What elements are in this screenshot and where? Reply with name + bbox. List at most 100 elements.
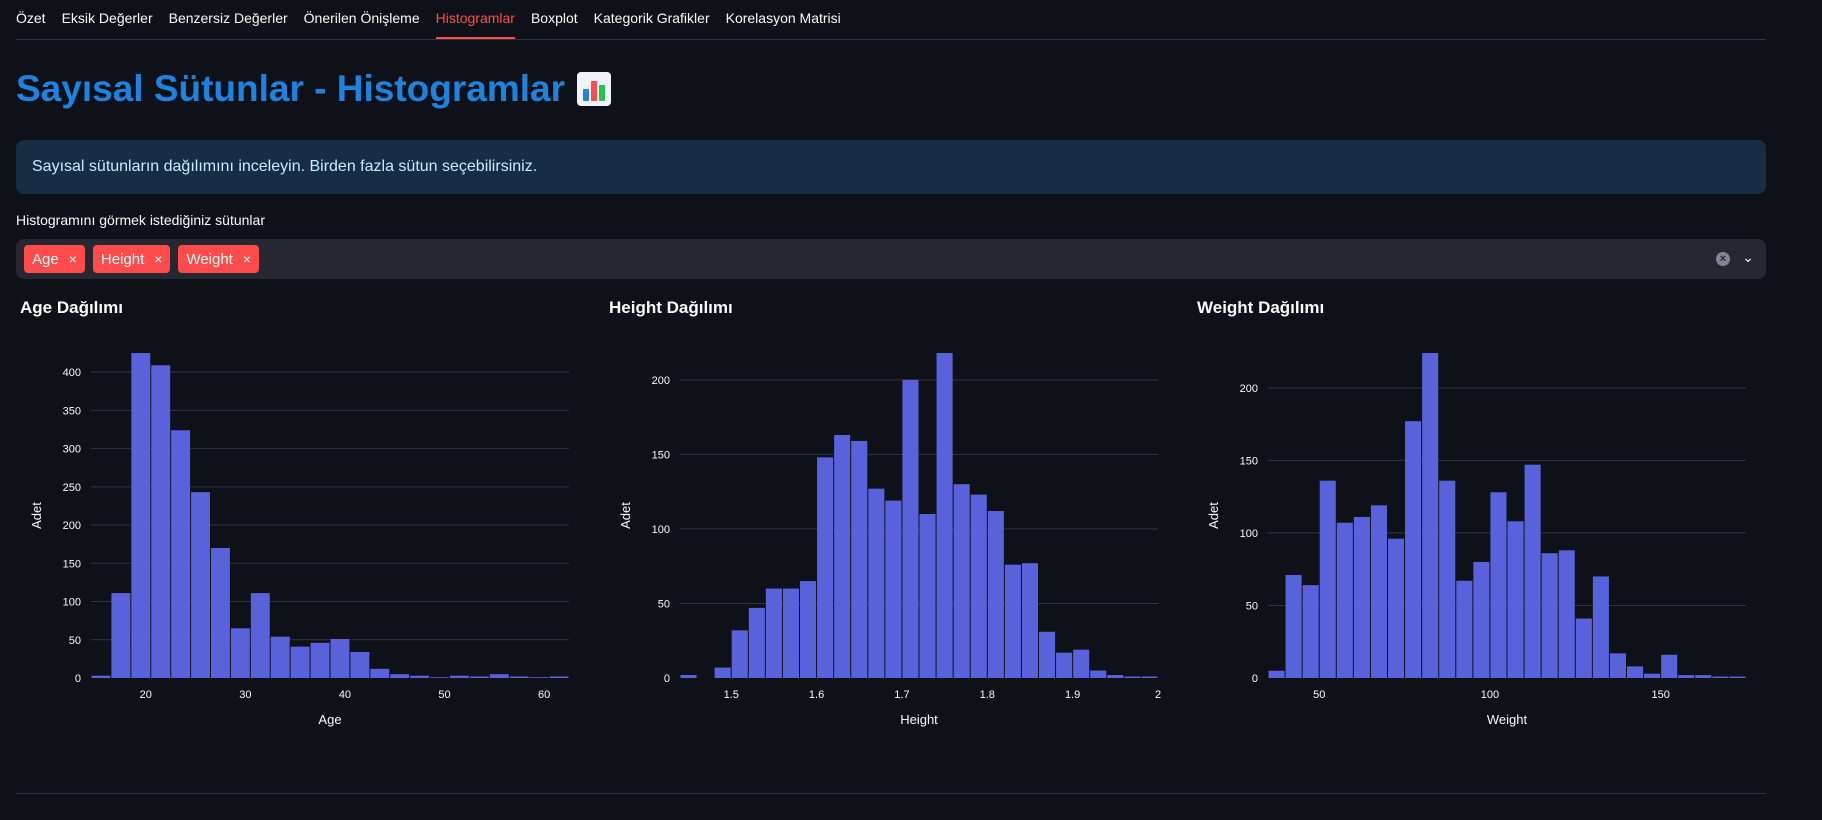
histogram-bar — [1285, 574, 1302, 678]
y-tick-label: 150 — [1240, 455, 1258, 467]
histogram-bar — [151, 365, 171, 678]
histogram-bar — [817, 457, 834, 678]
histogram-bar — [390, 674, 410, 678]
tab-korelasyon-matrisi[interactable]: Korelasyon Matrisi — [726, 10, 841, 39]
y-tick-label: 200 — [63, 520, 81, 532]
histogram-bar — [731, 630, 748, 678]
histogram-bar — [953, 484, 970, 678]
chevron-down-icon[interactable]: ⌄ — [1742, 249, 1754, 266]
chip-age[interactable]: Age × — [24, 245, 85, 273]
histogram-bar — [834, 434, 851, 678]
y-tick-label: 50 — [69, 635, 81, 647]
chip-label: Weight — [186, 250, 233, 268]
x-tick-label: 20 — [140, 689, 152, 701]
remove-icon[interactable]: × — [69, 251, 77, 267]
histogram-bar — [1729, 676, 1746, 678]
tab-kategorik-grafikler[interactable]: Kategorik Grafikler — [594, 10, 710, 39]
histogram-bar — [131, 353, 151, 678]
histogram-bar — [1541, 553, 1558, 678]
tab-eksik-degerler[interactable]: Eksik Değerler — [62, 10, 153, 39]
chip-weight[interactable]: Weight × — [178, 245, 260, 273]
y-tick-label: 400 — [63, 367, 81, 379]
histogram-bar — [1124, 676, 1141, 678]
y-tick-label: 50 — [658, 598, 670, 610]
histogram-bar — [211, 548, 230, 678]
chip-label: Age — [32, 250, 59, 268]
x-axis-title: Height — [900, 712, 938, 727]
histogram-bar — [680, 675, 697, 678]
histogram-bar — [1388, 538, 1405, 678]
x-tick-label: 1.7 — [894, 689, 909, 701]
histogram-bar — [290, 646, 310, 678]
x-tick-label: 100 — [1481, 689, 1499, 701]
x-axis-title: Weight — [1487, 712, 1528, 727]
chip-height[interactable]: Height × — [92, 245, 171, 273]
y-axis-title: Adet — [618, 502, 633, 529]
chart-title-height: Height Dağılımı — [609, 298, 733, 317]
x-tick-label: 30 — [239, 689, 251, 701]
histogram-bar — [1490, 492, 1507, 678]
y-tick-label: 200 — [1240, 383, 1258, 395]
histogram-bar — [1004, 564, 1021, 678]
x-tick-label: 2 — [1155, 689, 1161, 701]
y-tick-label: 200 — [652, 375, 670, 387]
chart-title-weight: Weight Dağılımı — [1197, 298, 1325, 317]
tab-onerilen-onisleme[interactable]: Önerilen Önişleme — [304, 10, 420, 39]
histogram-bar — [509, 676, 529, 678]
x-axis-title: Age — [318, 712, 341, 727]
histogram-bar — [1107, 675, 1124, 678]
histogram-bar — [1524, 464, 1541, 678]
remove-icon[interactable]: × — [154, 251, 162, 267]
histogram-bar — [330, 639, 350, 678]
y-tick-label: 300 — [63, 444, 81, 456]
histogram-bar — [1558, 550, 1575, 678]
clear-all-icon[interactable]: × — [1716, 252, 1730, 266]
x-tick-label: 1.8 — [980, 689, 995, 701]
histogram-bar — [1141, 676, 1158, 678]
histogram-bar — [1661, 654, 1678, 678]
column-multiselect[interactable]: Age × Height × Weight × × ⌄ — [16, 239, 1766, 279]
histogram-bar — [1021, 563, 1038, 678]
remove-icon[interactable]: × — [243, 251, 251, 267]
histogram-bar — [250, 593, 270, 678]
tab-boxplot[interactable]: Boxplot — [531, 10, 578, 39]
histogram-bar — [1712, 676, 1729, 678]
x-tick-label: 40 — [339, 689, 351, 701]
histogram-bar — [885, 500, 902, 678]
histogram-bar — [489, 674, 509, 678]
x-tick-label: 60 — [538, 689, 550, 701]
multiselect-label: Histogramını görmek istediğiniz sütunlar — [16, 212, 265, 228]
y-axis-title: Adet — [1206, 502, 1221, 529]
y-tick-label: 0 — [75, 673, 81, 685]
histogram-bar — [111, 593, 131, 678]
histogram-bar — [902, 379, 919, 678]
histogram-bar — [782, 588, 799, 678]
x-tick-label: 1.9 — [1065, 689, 1080, 701]
y-tick-label: 0 — [1252, 673, 1258, 685]
histogram-bar — [1405, 421, 1422, 678]
histogram-bar — [1678, 675, 1695, 678]
histogram-bar — [1090, 670, 1107, 678]
histogram-bar — [714, 667, 731, 678]
histogram-bar — [1056, 652, 1073, 678]
histogram-bar — [1644, 673, 1661, 678]
y-tick-label: 50 — [1246, 600, 1258, 612]
histogram-bar — [1609, 653, 1626, 678]
page-title-row: Sayısal Sütunlar - Histogramlar — [16, 68, 612, 110]
histogram-bar — [1575, 618, 1592, 678]
histogram-bar — [1073, 649, 1090, 678]
histogram-bar — [1319, 480, 1336, 678]
tab-benzersiz-degerler[interactable]: Benzersiz Değerler — [169, 10, 288, 39]
histogram-bar — [270, 636, 290, 678]
histogram-bar — [919, 514, 936, 678]
histograms: 05010015020025030035040020 30 40 50 60AgeAde… — [29, 353, 1746, 727]
histogram-bar — [1627, 666, 1644, 678]
tab-ozet[interactable]: Özet — [16, 10, 46, 39]
x-tick-label: 150 — [1651, 689, 1669, 701]
tab-histogramlar[interactable]: Histogramlar — [435, 10, 515, 39]
histogram-bar — [91, 675, 111, 678]
histogram-bar — [549, 676, 569, 678]
histogram-bar — [1456, 580, 1473, 678]
histogram-bar — [370, 668, 390, 678]
bar-chart-icon — [577, 72, 612, 106]
